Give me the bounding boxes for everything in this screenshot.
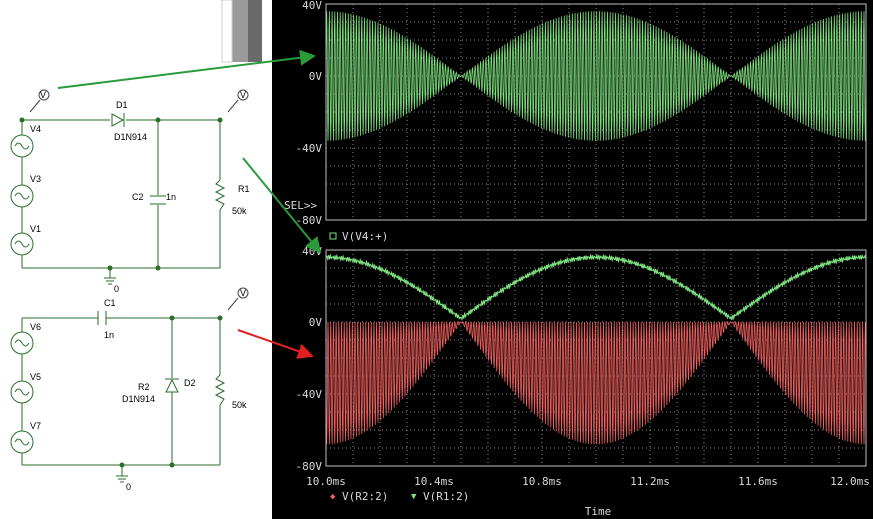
arrow-top-left: [57, 49, 316, 89]
annotation-arrows: [57, 49, 322, 359]
arrow-top-right: [242, 157, 322, 254]
arrow-bottom: [237, 329, 314, 359]
